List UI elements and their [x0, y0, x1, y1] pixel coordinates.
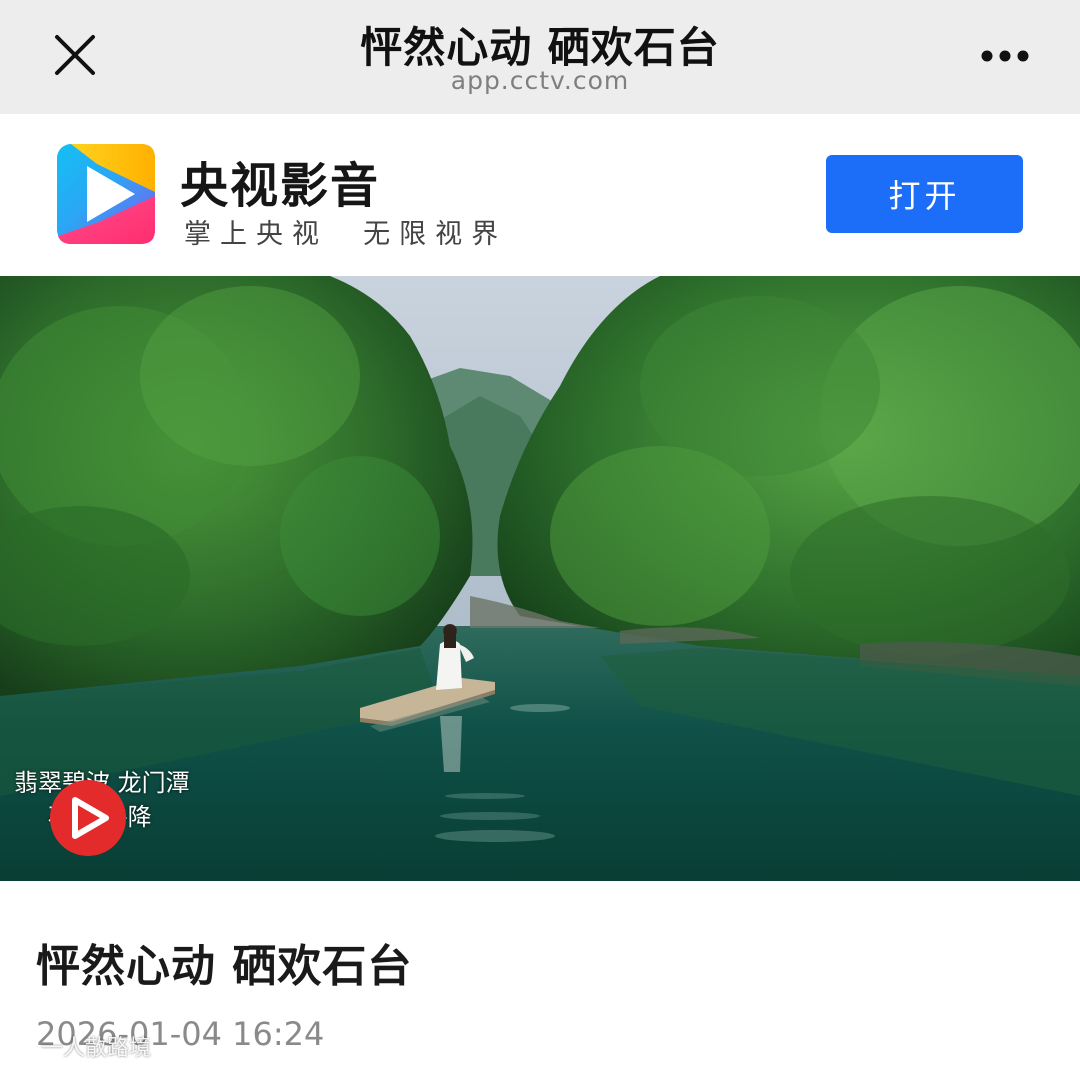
open-app-button[interactable]: 打开 — [826, 155, 1023, 233]
weibo-watermark-icon — [8, 1036, 34, 1062]
app-banner: 央视影音 掌上央视 无限视界 打开 — [0, 114, 1080, 276]
app-slogan: 掌上央视 无限视界 — [184, 219, 508, 250]
article-title: 怦然心动 硒欢石台 — [36, 941, 413, 992]
video-player[interactable]: 翡翠碧波 龙门潭 石台 牛降 — [0, 276, 1080, 881]
cctv-video-logo-icon — [57, 144, 155, 244]
watermark-text: 一人散路境 — [41, 1036, 152, 1061]
video-channel-logo-icon — [48, 778, 128, 858]
page-domain: app.cctv.com — [450, 66, 630, 95]
top-nav-bar: 怦然心动 硒欢石台 app.cctv.com — [0, 0, 1080, 114]
more-dots-icon[interactable] — [972, 36, 1038, 76]
app-name: 央视影音 — [180, 158, 381, 214]
watermark: 一人散路境 — [8, 1030, 151, 1062]
